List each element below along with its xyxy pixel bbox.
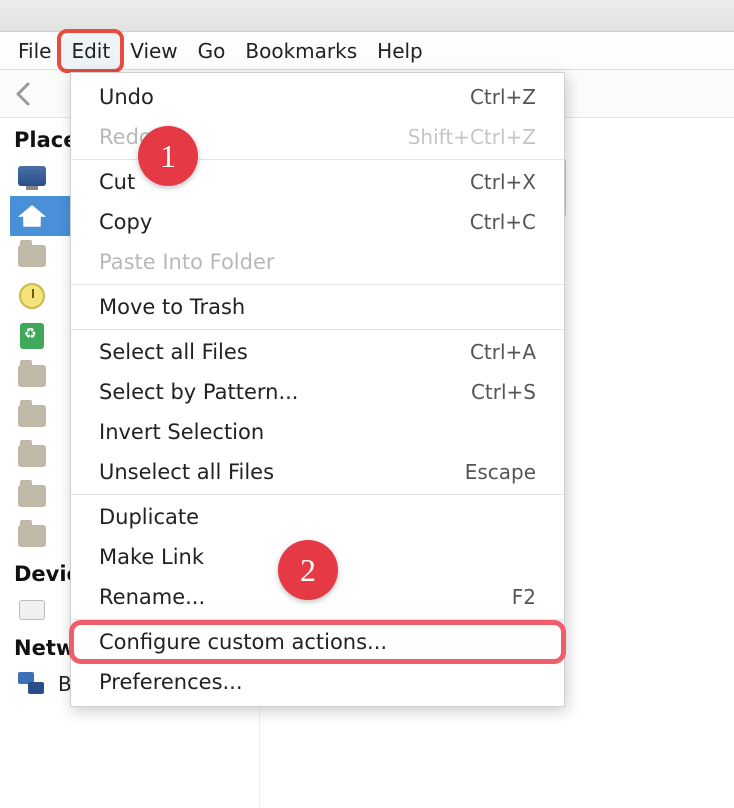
- menu-separator: [71, 494, 564, 495]
- menu-item-label: Configure custom actions...: [99, 630, 387, 654]
- menu-item-label: Select by Pattern...: [99, 380, 298, 404]
- menu-item-label: Move to Trash: [99, 295, 245, 319]
- menu-item-shortcut: Escape: [465, 460, 536, 484]
- back-button[interactable]: [14, 80, 34, 108]
- menu-edit[interactable]: Edit: [61, 33, 120, 69]
- menu-item-shortcut: Shift+Ctrl+Z: [408, 125, 536, 149]
- menu-item-copy[interactable]: Copy Ctrl+C: [71, 202, 564, 242]
- callout-2: 2: [278, 540, 338, 600]
- menu-help[interactable]: Help: [367, 33, 433, 69]
- menu-item-label: Rename...: [99, 585, 205, 609]
- folder-icon: [16, 482, 48, 510]
- menu-separator: [71, 619, 564, 620]
- menu-item-undo[interactable]: Undo Ctrl+Z: [71, 77, 564, 117]
- callout-1: 1: [138, 126, 198, 186]
- menu-view[interactable]: View: [120, 33, 187, 69]
- trash-icon: [16, 322, 48, 350]
- menu-item-paste-into-folder: Paste Into Folder: [71, 242, 564, 282]
- menu-bookmarks[interactable]: Bookmarks: [235, 33, 367, 69]
- computer-icon: [16, 162, 48, 190]
- menu-item-shortcut: F2: [512, 585, 536, 609]
- menu-item-label: Copy: [99, 210, 152, 234]
- disk-icon: [16, 596, 48, 624]
- menu-item-shortcut: Ctrl+X: [470, 170, 536, 194]
- folder-icon: [16, 442, 48, 470]
- menu-item-move-to-trash[interactable]: Move to Trash: [71, 287, 564, 327]
- folder-icon: [16, 522, 48, 550]
- menu-item-unselect-all-files[interactable]: Unselect all Files Escape: [71, 452, 564, 492]
- menu-item-label: Paste Into Folder: [99, 250, 275, 274]
- menu-item-preferences[interactable]: Preferences...: [71, 662, 564, 702]
- menu-item-shortcut: Ctrl+C: [470, 210, 536, 234]
- menu-item-label: Cut: [99, 170, 135, 194]
- menu-item-select-all-files[interactable]: Select all Files Ctrl+A: [71, 332, 564, 372]
- menu-separator: [71, 329, 564, 330]
- folder-icon: [16, 242, 48, 270]
- menu-item-label: Make Link: [99, 545, 204, 569]
- menu-go[interactable]: Go: [188, 33, 236, 69]
- folder-icon: [16, 362, 48, 390]
- window-titlebar: [0, 0, 734, 32]
- menu-item-label: Invert Selection: [99, 420, 264, 444]
- menu-item-configure-custom-actions[interactable]: Configure custom actions...: [71, 622, 564, 662]
- menu-item-shortcut: Ctrl+S: [471, 380, 536, 404]
- menu-item-duplicate[interactable]: Duplicate: [71, 497, 564, 537]
- menu-item-label: Select all Files: [99, 340, 248, 364]
- menu-item-select-by-pattern[interactable]: Select by Pattern... Ctrl+S: [71, 372, 564, 412]
- menu-item-shortcut: Ctrl+Z: [470, 85, 536, 109]
- network-icon: [16, 670, 48, 698]
- menu-item-label: Preferences...: [99, 670, 243, 694]
- menu-item-invert-selection[interactable]: Invert Selection: [71, 412, 564, 452]
- menu-item-label: Unselect all Files: [99, 460, 274, 484]
- menu-item-label: Duplicate: [99, 505, 199, 529]
- home-icon: [16, 202, 48, 230]
- menu-separator: [71, 284, 564, 285]
- clock-icon: [16, 282, 48, 310]
- menu-item-label: Undo: [99, 85, 154, 109]
- menu-item-shortcut: Ctrl+A: [470, 340, 536, 364]
- menubar: File Edit View Go Bookmarks Help: [0, 32, 734, 70]
- menu-file[interactable]: File: [8, 33, 61, 69]
- folder-icon: [16, 402, 48, 430]
